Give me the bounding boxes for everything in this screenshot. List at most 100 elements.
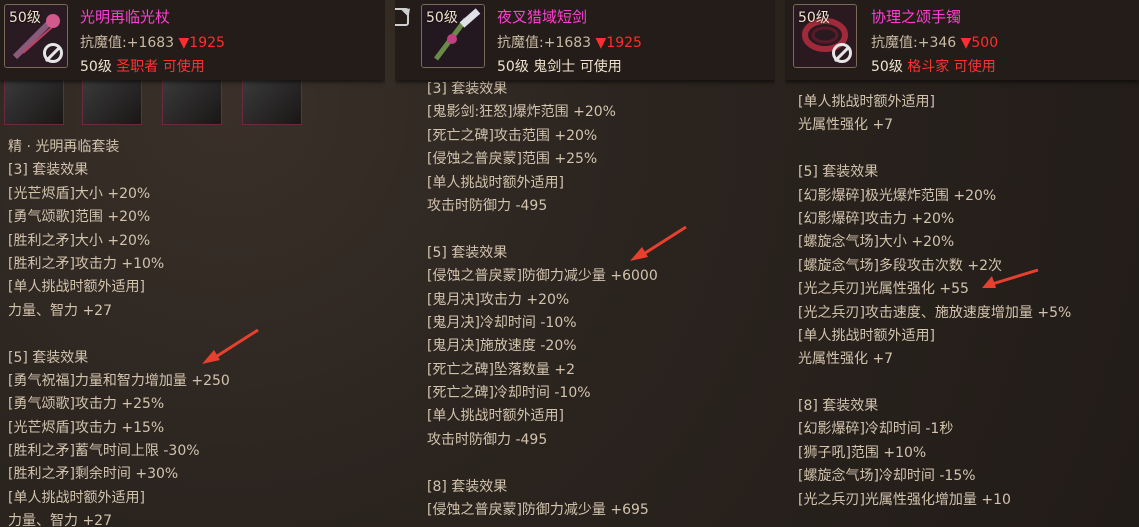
stat-label: 抗魔值:: [497, 35, 544, 51]
set-effect-line: [胜利之矛]大小 +20%: [8, 232, 151, 249]
set-effect-line: [单人挑战时额外适用]: [8, 279, 145, 296]
set-effect-line: [5] 套装效果: [798, 164, 879, 181]
req-class: 格斗家: [907, 59, 950, 75]
set-slot[interactable]: [4, 80, 64, 125]
set-effect-line: [单人挑战时额外适用]: [798, 327, 935, 344]
set-effect-line: [8] 套装效果: [798, 398, 879, 415]
set-effect-line: [胜利之矛]剩余时间 +30%: [8, 466, 179, 483]
stat-diff: ▼1925: [178, 35, 225, 51]
line-spacer: [427, 452, 775, 475]
set-effect-line: [勇气颂歌]攻击力 +25%: [8, 396, 165, 413]
item-tooltip-1: 50级 光明再临光杖 抗魔值:+1683 ▼1925 50级 圣职者 可使用 精…: [0, 0, 385, 527]
set-effect-line: [3] 套装效果: [427, 81, 508, 97]
set-effect-line: [幻影爆碎]冷却时间 -1秒: [798, 421, 954, 438]
set-effect-line: 精 · 光明再临套装: [8, 139, 120, 155]
set-effect-line: 光属性强化 +7: [798, 351, 894, 368]
item-level-badge: 50级: [426, 10, 458, 26]
set-effect-line: 攻击时防御力 -495: [427, 431, 548, 448]
set-effect-line: [胜利之矛]蓄气时间上限 -30%: [8, 443, 200, 460]
req-class: 鬼剑士: [533, 59, 576, 75]
stat-diff: ▼500: [960, 35, 999, 51]
set-effect-line: [侵蚀之普戾蒙]防御力减少量 +695: [427, 502, 649, 519]
requirement-line: 50级 鬼剑士 可使用: [497, 56, 622, 76]
annotation-arrow-icon: [202, 328, 259, 364]
set-effect-line: [勇气祝福]力量和智力增加量 +250: [8, 372, 230, 389]
stat-value: +1683: [543, 35, 592, 51]
set-effect-line: [死亡之碑]攻击范围 +20%: [427, 127, 598, 144]
set-effect-line: [单人挑战时额外适用]: [427, 408, 564, 425]
set-effect-line: [螺旋念气场]冷却时间 -15%: [798, 468, 976, 485]
item-header: 50级 光明再临光杖 抗魔值:+1683 ▼1925 50级 圣职者 可使用: [0, 0, 385, 80]
stat-value: +1683: [126, 35, 175, 51]
set-effect-line: [光芒烬盾]攻击力 +15%: [8, 419, 165, 436]
line-spacer: [798, 138, 1139, 161]
req-status: 可使用: [162, 59, 205, 75]
set-effect-line: [狮子吼]范围 +10%: [798, 444, 927, 461]
set-slot[interactable]: [242, 80, 302, 125]
requirement-line: 50级 圣职者 可使用: [80, 56, 205, 76]
set-effect-line: [光之兵刃]光属性强化增加量 +10: [798, 491, 1011, 508]
set-effect-line: [侵蚀之普戾蒙]防御力减少量 +6000: [427, 268, 658, 285]
set-effect-line: [5] 套装效果: [427, 244, 508, 261]
set-effect-line: [鬼月决]施放速度 -20%: [427, 338, 577, 355]
req-level: 50级: [497, 59, 529, 75]
item-header: 50级 夜叉猎域短剑 抗魔值:+1683 ▼1925 50级 鬼剑士 可使用: [395, 0, 775, 80]
set-effect-line: [螺旋念气场]大小 +20%: [798, 234, 955, 251]
set-slot[interactable]: [82, 80, 142, 125]
set-effect-line: 光属性强化 +7: [798, 117, 894, 134]
set-effect-line: [8] 套装效果: [427, 478, 508, 495]
set-effect-line: [鬼月决]攻击力 +20%: [427, 291, 570, 308]
dagger-item-icon[interactable]: 50级: [421, 4, 485, 68]
unusable-icon: [832, 43, 852, 63]
set-effect-list: [单人挑战时额外适用] 光属性强化 +7 [5] 套装效果 [幻影爆碎]极光爆炸范围 …: [798, 91, 1139, 512]
item-tooltip-2: 50级 夜叉猎域短剑 抗魔值:+1683 ▼1925 50级 鬼剑士 可使用 […: [395, 0, 775, 527]
staff-item-icon[interactable]: 50级: [4, 4, 68, 68]
stat-value: +346: [917, 35, 957, 51]
share-icon[interactable]: [395, 8, 409, 26]
set-effect-line: 攻击时防御力 -495: [427, 197, 548, 214]
line-spacer: [798, 372, 1139, 395]
set-effect-line: [单人挑战时额外适用]: [8, 489, 145, 506]
set-effect-line: [3] 套装效果: [8, 162, 89, 179]
set-effect-line: [幻影爆碎]攻击力 +20%: [798, 210, 955, 227]
set-effect-line: [鬼影剑:狂怒]爆炸范围 +20%: [427, 104, 616, 121]
item-level-badge: 50级: [9, 10, 41, 26]
annotation-arrow-icon: [982, 268, 1039, 288]
anti-magic-stat: 抗魔值:+1683 ▼1925: [497, 32, 642, 52]
set-effect-list: [3] 套装效果 [鬼影剑:狂怒]爆炸范围 +20% [死亡之碑]攻击范围 +20%…: [427, 78, 775, 522]
req-status: 可使用: [579, 59, 622, 75]
set-effect-line: [侵蚀之普戾蒙]范围 +25%: [427, 151, 598, 168]
set-slot[interactable]: [162, 80, 222, 125]
set-effect-line: 力量、智力 +27: [8, 513, 112, 527]
req-level: 50级: [80, 59, 112, 75]
annotation-arrow-icon: [630, 225, 687, 261]
line-spacer: [427, 218, 775, 241]
set-effect-line: [幻影爆碎]极光爆炸范围 +20%: [798, 187, 997, 204]
line-spacer: [8, 323, 385, 346]
set-effect-line: [死亡之碑]冷却时间 -10%: [427, 385, 591, 402]
set-effect-line: [单人挑战时额外适用]: [798, 94, 935, 110]
set-effect-line: [鬼月决]冷却时间 -10%: [427, 314, 577, 331]
req-level: 50级: [871, 59, 903, 75]
set-effect-line: [单人挑战时额外适用]: [427, 174, 564, 191]
stat-label: 抗魔值:: [80, 35, 127, 51]
set-effect-list: 精 · 光明再临套装 [3] 套装效果 [光芒烬盾]大小 +20% [勇气颂歌]范围 …: [8, 136, 385, 527]
item-level-badge: 50级: [798, 10, 830, 26]
set-effect-line: [光之兵刃]光属性强化 +55: [798, 281, 969, 298]
stat-diff: ▼1925: [595, 35, 642, 51]
unusable-icon: [43, 43, 63, 63]
set-effect-line: [5] 套装效果: [8, 349, 89, 366]
requirement-line: 50级 格斗家 可使用: [871, 56, 996, 76]
bracelet-item-icon[interactable]: 50级: [793, 4, 857, 68]
set-effect-line: [死亡之碑]坠落数量 +2: [427, 361, 576, 378]
set-item-slots: [4, 80, 384, 126]
item-name: 光明再临光杖: [80, 8, 171, 26]
set-effect-line: [勇气颂歌]范围 +20%: [8, 209, 151, 226]
item-header: 50级 协理之颂手镯 抗魔值:+346 ▼500 50级 格斗家 可使用: [785, 0, 1139, 80]
set-effect-line: [螺旋念气场]多段攻击次数 +2次: [798, 257, 1003, 274]
item-name: 协理之颂手镯: [871, 8, 962, 26]
item-name: 夜叉猎域短剑: [497, 8, 588, 26]
stat-label: 抗魔值:: [871, 35, 918, 51]
set-effect-line: [光芒烬盾]大小 +20%: [8, 185, 151, 202]
anti-magic-stat: 抗魔值:+1683 ▼1925: [80, 32, 225, 52]
